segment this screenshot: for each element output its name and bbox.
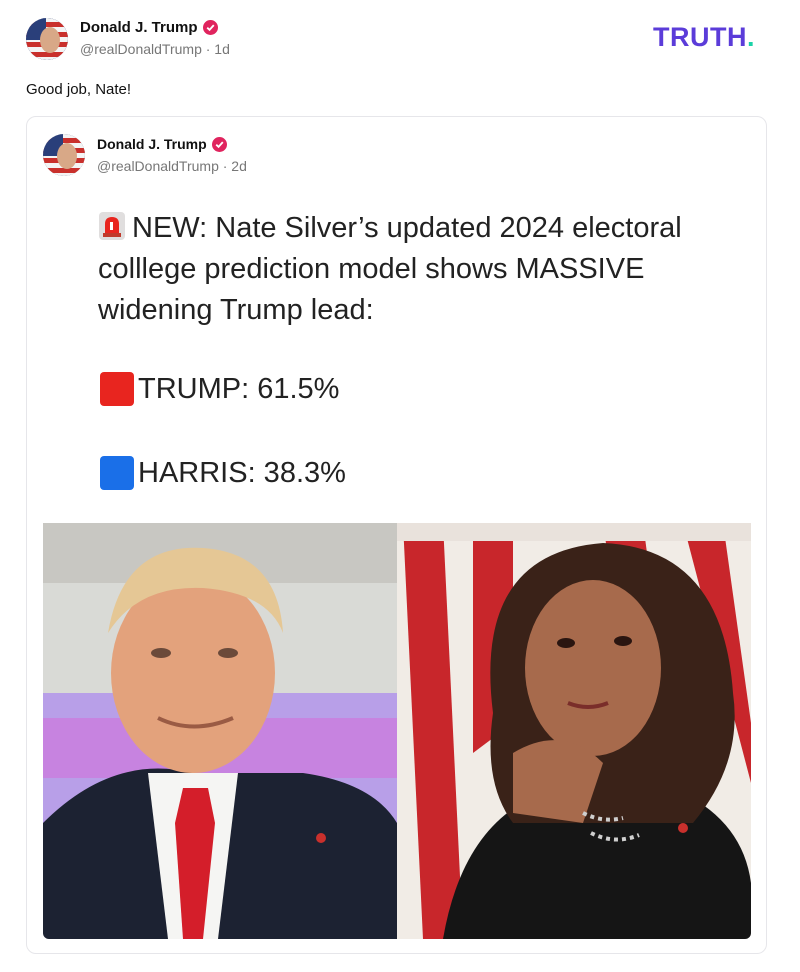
quoted-author-handle[interactable]: @realDonaldTrump · 2d	[97, 158, 247, 174]
quoted-author-avatar[interactable]	[43, 134, 85, 176]
candidates-photo	[43, 523, 751, 939]
author-name-text[interactable]: Donald J. Trump	[80, 19, 198, 36]
post-text: Good job, Nate!	[26, 81, 132, 98]
quoted-author-name[interactable]: Donald J. Trump	[97, 136, 227, 152]
verified-badge-icon	[202, 20, 218, 35]
red-square-icon	[100, 372, 134, 406]
harris-result: HARRIS: 38.3%	[100, 456, 346, 490]
author-avatar[interactable]	[26, 18, 68, 60]
siren-icon	[98, 211, 126, 241]
headline-text: NEW: Nate Silver’s updated 2024 electora…	[98, 212, 682, 326]
logo-text: TRUTH	[653, 22, 747, 52]
logo-dot: .	[746, 22, 755, 52]
verified-badge-icon	[211, 136, 227, 152]
truth-logo: TRUTH.	[653, 22, 755, 53]
quoted-headline: NEW: Nate Silver’s updated 2024 electora…	[98, 208, 738, 331]
trump-result: TRUMP: 61.5%	[100, 372, 339, 406]
harris-result-text: HARRIS: 38.3%	[138, 456, 346, 489]
author-handle[interactable]: @realDonaldTrump · 1d	[80, 41, 230, 57]
quoted-post-image[interactable]	[43, 523, 751, 939]
author-name[interactable]: Donald J. Trump	[80, 19, 218, 36]
quoted-author-name-text[interactable]: Donald J. Trump	[97, 136, 207, 152]
trump-result-text: TRUMP: 61.5%	[138, 372, 340, 405]
blue-square-icon	[100, 456, 134, 490]
